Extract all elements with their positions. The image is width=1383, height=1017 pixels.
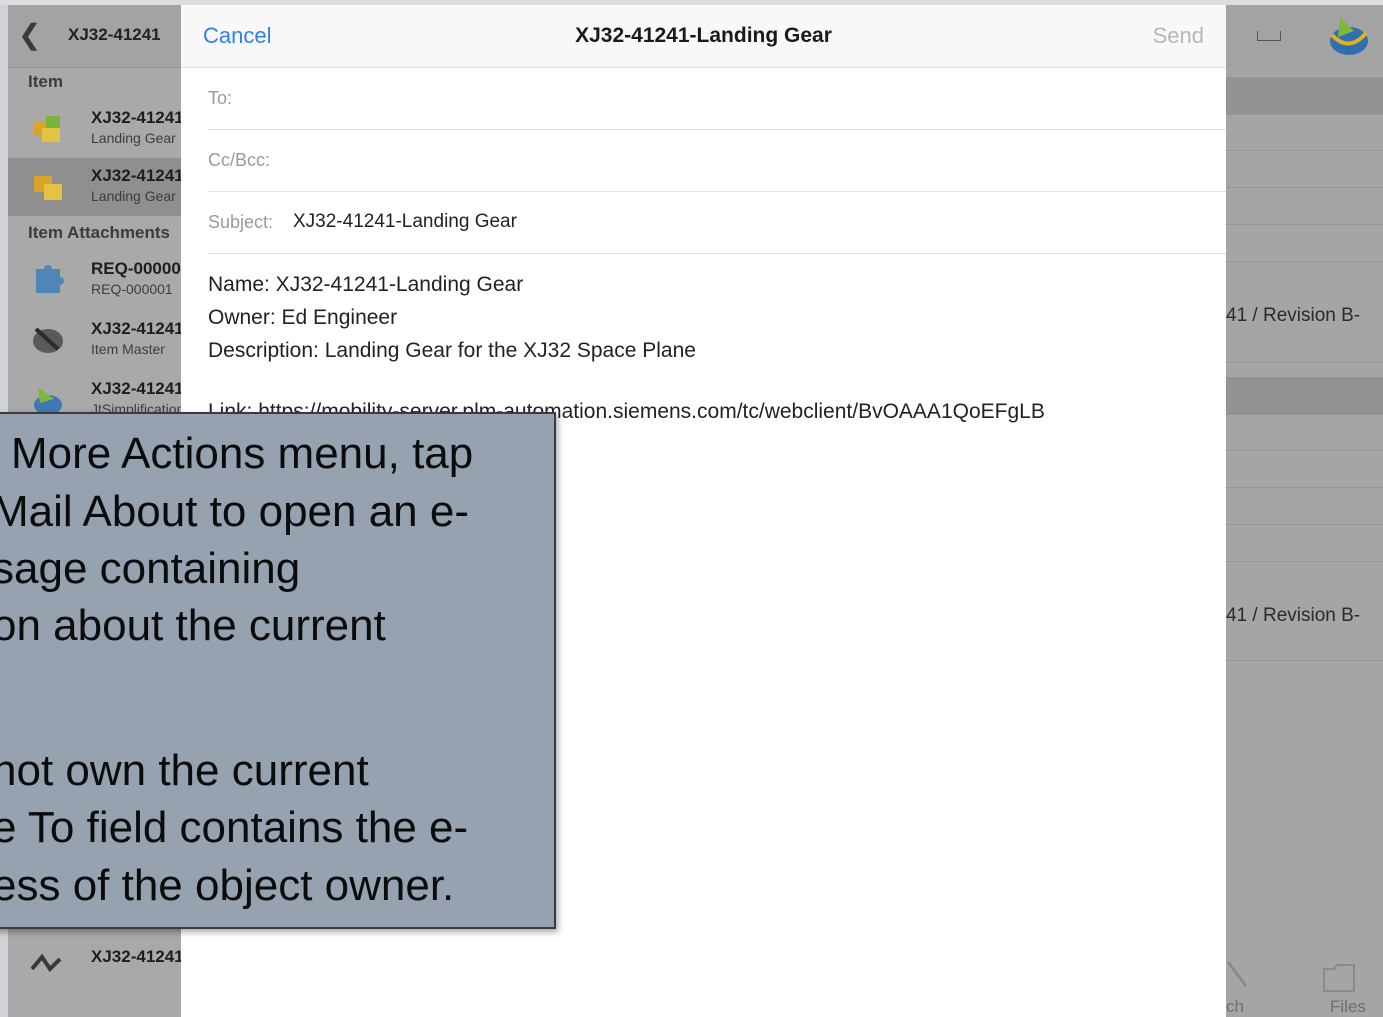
attachment-title: REQ-000001	[91, 259, 181, 278]
detail-panel: 41 / Revision B- 41 / Revision B- ch Fil…	[1226, 5, 1383, 1017]
callout-line: on about the current	[0, 601, 386, 650]
list-item[interactable]: XJ32-41241	[8, 939, 181, 997]
mail-body[interactable]: Name: XJ32-41241-Landing Gear Owner: Ed …	[208, 268, 696, 367]
item-revision-icon	[34, 176, 62, 200]
callout-line: Mail About to open an e-	[0, 487, 469, 536]
callout-line: not own the current	[0, 746, 369, 795]
cc-bcc-label: Cc/Bcc:	[208, 150, 271, 170]
divider	[1226, 487, 1383, 488]
attachment-title: XJ32-41241	[91, 379, 181, 398]
app-logo-icon[interactable]	[1326, 13, 1372, 59]
mail-title: XJ32-41241-Landing Gear	[575, 24, 832, 47]
section-item: Item	[28, 72, 63, 91]
detail-section-band	[1226, 77, 1383, 115]
callout-line: ess of the object owner.	[0, 861, 455, 910]
search-tab-label[interactable]: ch	[1226, 997, 1244, 1017]
attachment-subtitle: Item Master	[91, 341, 165, 357]
detail-navbar	[1226, 5, 1383, 67]
cc-bcc-input[interactable]	[298, 143, 1182, 177]
to-field[interactable]: To:	[208, 67, 1226, 130]
item-master-icon	[33, 327, 63, 353]
ruler-icon[interactable]	[1257, 31, 1281, 41]
callout-line: More Actions menu, tap	[11, 429, 474, 478]
cc-bcc-field[interactable]: Cc/Bcc:	[208, 129, 1226, 192]
item-title: XJ32-41241	[91, 947, 181, 966]
to-label: To:	[208, 88, 233, 108]
body-name-line: Name: XJ32-41241-Landing Gear	[208, 273, 524, 296]
item-subtitle: Landing Gear	[91, 130, 176, 146]
list-item[interactable]: XJ32-41241 Landing Gear	[8, 158, 181, 216]
divider	[1226, 450, 1383, 451]
subject-value[interactable]: XJ32-41241-Landing Gear	[293, 211, 517, 233]
back-chevron-icon[interactable]: ❮	[18, 21, 41, 49]
item-panel-navbar: ❮ XJ32-41241	[8, 5, 181, 68]
divider	[1226, 362, 1383, 363]
divider	[1226, 660, 1383, 661]
subject-label: Subject:	[208, 212, 274, 232]
dataset-icon	[30, 953, 62, 973]
divider	[1226, 561, 1383, 562]
tutorial-callout: More Actions menu, tap Mail About to ope…	[0, 412, 556, 929]
attachment-title: XJ32-41241	[91, 319, 181, 338]
divider	[1226, 224, 1383, 225]
attachment-subtitle: REQ-000001	[91, 281, 173, 297]
search-tab-icon[interactable]	[1226, 960, 1250, 990]
list-item[interactable]: XJ32-41241 Item Master	[8, 311, 181, 369]
send-button[interactable]: Send	[1153, 23, 1204, 49]
divider	[1226, 187, 1383, 188]
detail-section-band	[1226, 377, 1383, 415]
body-owner-line: Owner: Ed Engineer	[208, 306, 398, 329]
section-attachments: Item Attachments	[28, 223, 171, 242]
item-assembly-icon	[34, 116, 60, 142]
mail-navbar: Cancel XJ32-41241-Landing Gear Send	[181, 5, 1226, 68]
list-item[interactable]: REQ-000001 REQ-000001	[8, 251, 181, 309]
item-subtitle: Landing Gear	[91, 188, 176, 204]
subject-field[interactable]: Subject: XJ32-41241-Landing Gear	[208, 191, 1226, 254]
body-description-line: Description: Landing Gear for the XJ32 S…	[208, 339, 696, 362]
item-panel-title: XJ32-41241	[68, 25, 161, 44]
divider	[1226, 150, 1383, 151]
to-input[interactable]	[268, 81, 1172, 115]
files-tab-label[interactable]: Files	[1330, 997, 1366, 1017]
divider	[1226, 261, 1383, 262]
detail-row-text: 41 / Revision B-	[1226, 305, 1361, 326]
item-title: XJ32-41241	[91, 166, 181, 185]
files-folder-icon[interactable]	[1322, 963, 1356, 993]
item-title: XJ32-41241	[91, 108, 181, 127]
requirement-puzzle-icon	[36, 265, 64, 293]
callout-line: sage containing	[0, 544, 301, 593]
detail-row-text: 41 / Revision B-	[1226, 605, 1361, 626]
list-item[interactable]: XJ32-41241 Landing Gear	[8, 100, 181, 158]
callout-line: e To field contains the e-	[0, 803, 469, 852]
divider	[1226, 524, 1383, 525]
